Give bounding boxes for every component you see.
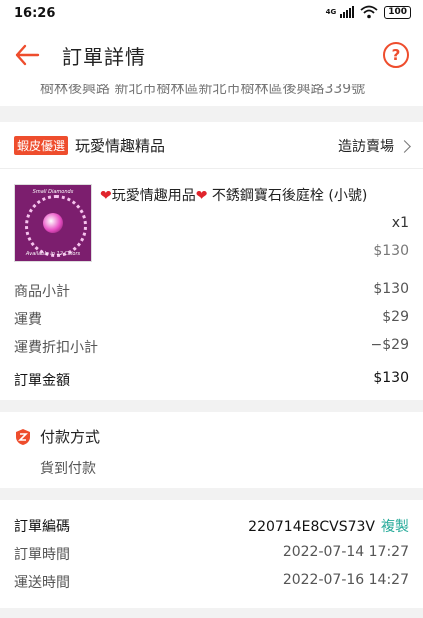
product-price: $130: [373, 243, 409, 259]
order-total-label: 訂單金額: [14, 373, 70, 389]
product-name[interactable]: ❤玩愛情趣用品❤ 不銹鋼寶石後庭栓 (小號): [100, 186, 412, 206]
product-quantity: x1: [391, 215, 409, 231]
product-name-prefix: 玩愛情趣用品: [111, 188, 196, 204]
order-time-row: 訂單時間 2022-07-14 17:27: [14, 544, 409, 564]
battery-icon: 100: [384, 5, 411, 19]
divider: [0, 168, 423, 169]
status-bar: 16:26 4G 100: [0, 0, 423, 28]
order-info-card: 訂單編碼 220714E8CVS73V 複製 訂單時間 2022-07-14 17…: [0, 500, 423, 608]
copy-button[interactable]: 複製: [381, 519, 409, 535]
summary-row-shipping: 運費 $29: [14, 309, 409, 329]
order-time: 2022-07-14 17:27: [282, 544, 409, 560]
payment-method: 貨到付款: [40, 461, 96, 477]
order-id: 220714E8CVS73V: [248, 519, 375, 535]
heart-icon: ❤: [195, 188, 208, 204]
network-label: 4G: [325, 7, 337, 16]
order-total-row: 訂單金額 $130: [14, 370, 409, 390]
summary-label: 商品小計: [14, 284, 70, 300]
order-id-label: 訂單編碼: [14, 519, 70, 535]
summary-value: −$29: [370, 337, 409, 353]
summary-value: $29: [382, 309, 409, 325]
help-icon[interactable]: ?: [383, 42, 409, 68]
shop-header[interactable]: 蝦皮優選 玩愛情趣精品: [14, 135, 165, 156]
visit-shop-label: 造訪賣場: [338, 139, 394, 155]
summary-value: $130: [373, 281, 409, 297]
address-text: 樹林後興路 新北市樹林區新北市樹林區後興路339號: [40, 84, 366, 97]
mall-badge: 蝦皮優選: [14, 136, 69, 155]
payment-card: 付款方式 貨到付款: [0, 412, 423, 488]
visit-shop-button[interactable]: 造訪賣場: [338, 136, 411, 156]
shield-icon: [16, 428, 30, 445]
product-name-suffix: 不銹鋼寶石後庭栓 (小號): [211, 188, 368, 204]
signal-icon: [340, 6, 355, 18]
order-id-group: 220714E8CVS73V 複製: [248, 516, 409, 536]
chevron-right-icon: [398, 139, 411, 153]
image-gem: [43, 213, 63, 233]
order-time-label: 訂單時間: [14, 547, 70, 563]
summary-row-subtotal: 商品小計 $130: [14, 281, 409, 301]
back-arrow-icon[interactable]: [14, 42, 40, 68]
heart-icon: ❤: [100, 188, 112, 204]
order-id-row: 訂單編碼 220714E8CVS73V 複製: [14, 516, 409, 536]
summary-row-shipping-discount: 運費折扣小計 −$29: [14, 337, 409, 357]
page-header: 訂單詳情 ?: [0, 28, 423, 84]
ship-time-row: 運送時間 2022-07-16 14:27: [14, 572, 409, 592]
shop-name: 玩愛情趣精品: [75, 137, 166, 155]
ship-time: 2022-07-16 14:27: [282, 572, 409, 588]
summary-label: 運費折扣小計: [14, 340, 98, 356]
page-title: 訂單詳情: [62, 45, 146, 69]
shop-card: 蝦皮優選 玩愛情趣精品 造訪賣場 Small Diamonds Availabl…: [0, 122, 423, 400]
wifi-icon: [360, 5, 378, 19]
address-strip: 樹林後興路 新北市樹林區新北市樹林區後興路339號: [0, 84, 423, 106]
payment-title-row: 付款方式: [14, 426, 100, 447]
image-caption-bottom: Available in 12 Colors: [25, 251, 81, 257]
ship-time-label: 運送時間: [14, 575, 70, 591]
payment-title: 付款方式: [40, 428, 101, 446]
summary-label: 運費: [14, 312, 42, 328]
product-image[interactable]: Small Diamonds Available in 12 Colors: [14, 184, 92, 262]
status-time: 16:26: [14, 6, 56, 21]
order-total-value: $130: [373, 370, 409, 386]
status-icons: 4G 100: [326, 5, 411, 19]
